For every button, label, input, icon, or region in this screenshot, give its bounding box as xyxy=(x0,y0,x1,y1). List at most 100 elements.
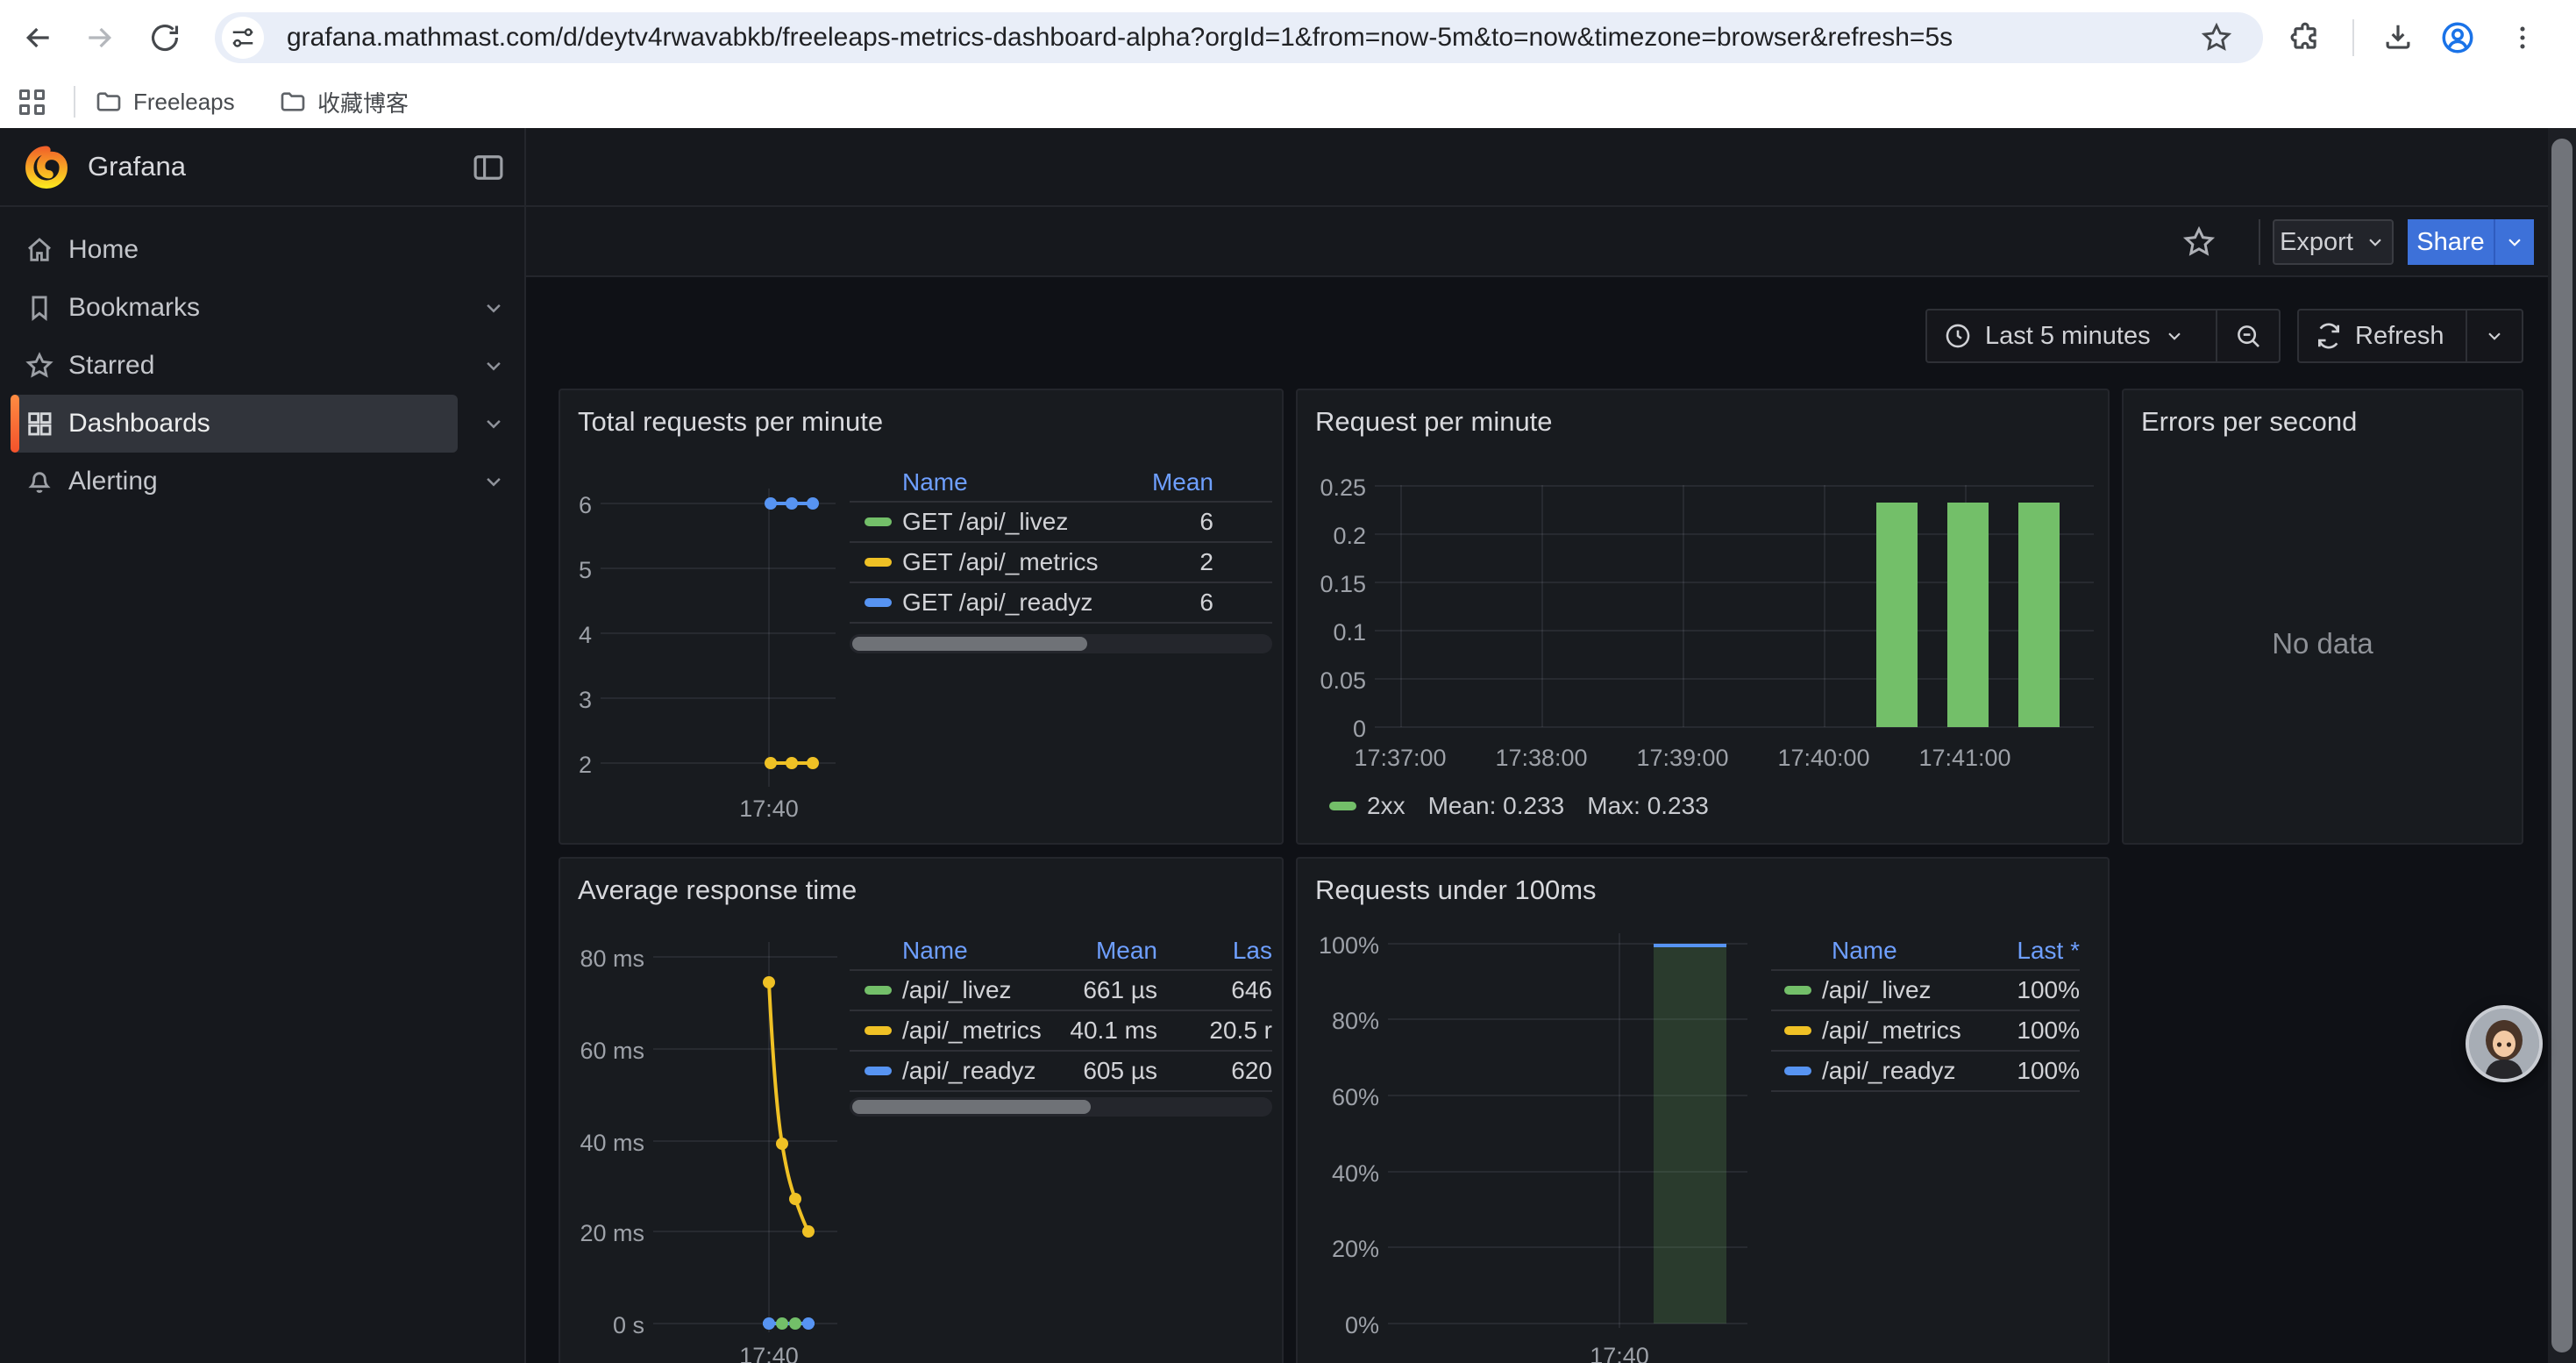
menu-icon[interactable] xyxy=(2501,16,2544,60)
legend-max: Max: 0.233 xyxy=(1587,792,1709,820)
share-button-group: Share xyxy=(2408,219,2534,265)
y-tick: 0 xyxy=(1298,716,1366,743)
refresh-icon xyxy=(2315,322,2343,350)
y-tick: 0.15 xyxy=(1298,571,1366,598)
bookmark-star-icon[interactable] xyxy=(2196,18,2237,58)
bookmark-label: 收藏博客 xyxy=(317,86,409,118)
bookmark-folder-blogs[interactable]: 收藏博客 xyxy=(279,82,409,121)
brand-title[interactable]: Grafana xyxy=(88,151,186,182)
dashboards-grid-icon xyxy=(11,409,68,439)
legend-row[interactable]: /api/_metrics 100% xyxy=(1771,1011,2080,1052)
bookmark-folder-freeleaps[interactable]: Freeleaps xyxy=(95,82,235,121)
legend-hscrollbar[interactable] xyxy=(850,634,1272,653)
legend-hscrollbar[interactable] xyxy=(850,1097,1272,1117)
folder-icon xyxy=(95,88,123,116)
refresh-controls: Refresh xyxy=(2297,309,2523,363)
export-button[interactable]: Export xyxy=(2273,219,2394,265)
chevron-down-icon[interactable] xyxy=(480,353,507,379)
downloads-icon[interactable] xyxy=(2376,16,2420,60)
bar-2xx xyxy=(1947,503,1989,727)
panel-title[interactable]: Total requests per minute xyxy=(578,406,883,438)
chevron-down-icon[interactable] xyxy=(480,295,507,321)
sidebar-toggle-icon[interactable] xyxy=(470,149,507,186)
chevron-down-icon xyxy=(2483,325,2506,347)
y-tick: 0.1 xyxy=(1298,619,1366,646)
url-text[interactable]: grafana.mathmast.com/d/deytv4rwavabkb/fr… xyxy=(287,23,1953,53)
site-settings-icon[interactable] xyxy=(222,17,264,59)
refresh-button[interactable]: Refresh xyxy=(2299,310,2466,361)
time-range-label: Last 5 minutes xyxy=(1985,322,2151,351)
panel-title[interactable]: Errors per second xyxy=(2141,406,2357,438)
legend-col-mean[interactable]: Mean xyxy=(1108,468,1213,496)
legend-row[interactable]: /api/_metrics 40.1 ms 20.5 r xyxy=(850,1011,1272,1052)
bar-2xx xyxy=(2018,503,2060,727)
refresh-interval-button[interactable] xyxy=(2467,310,2522,361)
url-bar[interactable]: grafana.mathmast.com/d/deytv4rwavabkb/fr… xyxy=(215,12,2263,63)
share-menu-button[interactable] xyxy=(2495,219,2534,265)
y-tick: 3 xyxy=(560,687,592,714)
zoom-out-button[interactable] xyxy=(2217,310,2279,361)
x-tick: 17:39:00 xyxy=(1621,745,1744,772)
folder-icon xyxy=(279,88,307,116)
legend-mean: Mean: 0.233 xyxy=(1428,792,1565,820)
legend-row[interactable]: GET /api/_readyz 6 xyxy=(850,583,1272,624)
legend-col-mean[interactable]: Mean xyxy=(1052,937,1157,965)
refresh-label: Refresh xyxy=(2355,322,2444,351)
legend-col-last[interactable]: Last * xyxy=(1983,937,2080,965)
browser-toolbar: grafana.mathmast.com/d/deytv4rwavabkb/fr… xyxy=(0,0,2576,75)
legend-row[interactable]: /api/_livez 100% xyxy=(1771,971,2080,1011)
panel-average-response-time[interactable]: Average response time 80 ms 60 ms 40 ms … xyxy=(559,857,1284,1363)
legend-row[interactable]: /api/_readyz 605 µs 620 xyxy=(850,1052,1272,1092)
grafana-logo[interactable] xyxy=(25,146,68,189)
x-tick: 17:40:00 xyxy=(1762,745,1885,772)
forward-icon[interactable] xyxy=(77,16,121,60)
favorite-star-icon[interactable] xyxy=(2178,221,2220,263)
panel-total-requests[interactable]: Total requests per minute 6 5 4 3 2 17:4… xyxy=(559,389,1284,845)
sidebar-item-alerting[interactable]: Alerting xyxy=(11,453,516,510)
y-tick: 4 xyxy=(560,622,592,649)
series-swatch-yellow xyxy=(865,558,892,567)
panel-errors-per-second[interactable]: Errors per second No data xyxy=(2122,389,2523,845)
legend-row[interactable]: /api/_livez 661 µs 646 xyxy=(850,971,1272,1011)
sidebar-item-dashboards[interactable]: Dashboards xyxy=(11,395,516,453)
x-tick: 17:40 xyxy=(1576,1343,1663,1363)
floating-avatar[interactable] xyxy=(2466,1005,2543,1082)
back-icon[interactable] xyxy=(17,16,60,60)
panel-title[interactable]: Request per minute xyxy=(1315,406,1553,438)
legend-row[interactable]: GET /api/_livez 6 xyxy=(850,503,1272,543)
legend-col-name[interactable]: Name xyxy=(902,937,1052,965)
sidebar-item-bookmarks[interactable]: Bookmarks xyxy=(11,279,516,337)
x-tick: 17:41:00 xyxy=(1904,745,2026,772)
legend-col-name[interactable]: Name xyxy=(902,468,1108,496)
profile-icon[interactable] xyxy=(2436,16,2480,60)
series-swatch-green xyxy=(865,517,892,526)
reload-icon[interactable] xyxy=(143,16,187,60)
sidebar: Grafana Home Bookmarks Starred xyxy=(0,128,526,1363)
legend[interactable]: 2xx Mean: 0.233 Max: 0.233 xyxy=(1329,792,1709,820)
apps-grid-icon[interactable] xyxy=(19,82,45,121)
panel-request-per-minute[interactable]: Request per minute 0.25 0.2 0.15 0.1 0.0… xyxy=(1296,389,2110,845)
y-tick: 0.05 xyxy=(1298,667,1366,695)
legend-col-name[interactable]: Name xyxy=(1832,937,1983,965)
no-data-message: No data xyxy=(2124,627,2522,660)
legend-row[interactable]: GET /api/_metrics 2 xyxy=(850,543,1272,583)
time-range-picker[interactable]: Last 5 minutes xyxy=(1927,310,2216,361)
y-tick: 6 xyxy=(560,492,592,519)
page-scrollbar-thumb[interactable] xyxy=(2551,139,2572,1352)
chevron-down-icon xyxy=(2503,231,2526,253)
panel-title[interactable]: Requests under 100ms xyxy=(1315,874,1597,906)
legend-col-last[interactable]: Las xyxy=(1157,937,1272,965)
y-tick: 0.2 xyxy=(1298,523,1366,550)
y-tick: 80% xyxy=(1298,1008,1379,1035)
y-tick: 40% xyxy=(1298,1160,1379,1188)
chevron-down-icon[interactable] xyxy=(480,410,507,437)
series-swatch-green xyxy=(1784,986,1811,995)
y-tick: 2 xyxy=(560,752,592,779)
share-button[interactable]: Share xyxy=(2408,219,2495,265)
extensions-icon[interactable] xyxy=(2283,16,2327,60)
sidebar-item-home[interactable]: Home xyxy=(11,221,516,279)
sidebar-item-starred[interactable]: Starred xyxy=(11,337,516,395)
chevron-down-icon[interactable] xyxy=(480,468,507,495)
panel-requests-under-100ms[interactable]: Requests under 100ms 100% 80% 60% 40% 20… xyxy=(1296,857,2110,1363)
legend-row[interactable]: /api/_readyz 100% xyxy=(1771,1052,2080,1092)
